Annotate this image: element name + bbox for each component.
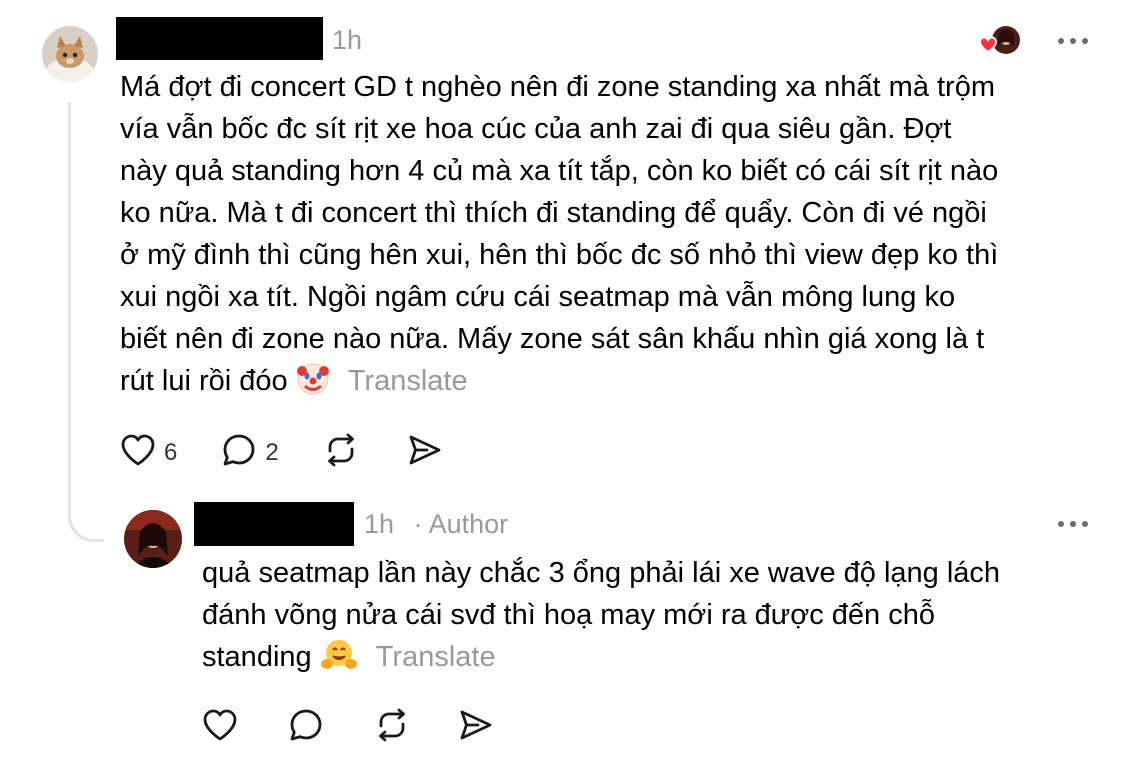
share-button[interactable] bbox=[407, 433, 443, 472]
dot-icon bbox=[1058, 38, 1064, 44]
reply-actions bbox=[202, 708, 494, 747]
heart-icon bbox=[202, 708, 238, 747]
send-icon bbox=[407, 433, 443, 472]
author-tag: · Author bbox=[413, 509, 509, 539]
commenter-avatar[interactable] bbox=[42, 26, 98, 82]
dot-icon bbox=[1082, 521, 1088, 527]
like-button[interactable]: 6 bbox=[120, 433, 177, 472]
reply-button[interactable]: 2 bbox=[221, 433, 279, 472]
reply-share-button[interactable] bbox=[458, 708, 494, 747]
reply-body: quả seatmap lần này chắc 3 ổng phải lái … bbox=[202, 552, 1002, 684]
reply-meta: 1h · Author bbox=[364, 509, 508, 540]
comment-actions: 6 2 bbox=[120, 433, 443, 472]
reply-reply-button[interactable] bbox=[288, 708, 324, 747]
speech-bubble-icon bbox=[288, 708, 324, 747]
thread-connector-line bbox=[68, 102, 104, 542]
send-icon bbox=[458, 708, 494, 747]
heart-icon bbox=[120, 433, 156, 472]
clown-face-emoji-icon bbox=[296, 362, 330, 408]
hugging-face-emoji-icon bbox=[320, 638, 358, 684]
comment-timestamp: 1h bbox=[332, 25, 363, 55]
like-count: 6 bbox=[164, 438, 178, 466]
dot-icon bbox=[1070, 521, 1076, 527]
repost-button[interactable] bbox=[323, 433, 359, 472]
dot-icon bbox=[1070, 38, 1076, 44]
repost-icon bbox=[374, 708, 410, 747]
reply-repost-button[interactable] bbox=[374, 708, 410, 747]
reply-count: 2 bbox=[265, 438, 279, 466]
reply-translate-link[interactable]: Translate bbox=[376, 641, 496, 673]
comment-more-options-button[interactable] bbox=[1058, 38, 1088, 44]
commenter-username-redacted[interactable] bbox=[116, 17, 323, 60]
comment-text: Má đợt đi concert GD t nghèo nên đi zone… bbox=[120, 71, 999, 397]
reply-like-button[interactable] bbox=[202, 708, 238, 747]
dot-icon bbox=[1082, 38, 1088, 44]
speech-bubble-icon bbox=[221, 433, 257, 472]
thread-view: 1h Má đợt đi concert GD t nghèo nên đi z… bbox=[0, 0, 1132, 762]
repost-icon bbox=[323, 433, 359, 472]
reply-more-options-button[interactable] bbox=[1058, 521, 1088, 527]
reply-timestamp: 1h bbox=[364, 509, 395, 539]
liked-by-author-indicator[interactable] bbox=[978, 24, 1024, 58]
author-avatar[interactable] bbox=[124, 510, 182, 568]
dot-icon bbox=[1058, 521, 1064, 527]
comment-translate-link[interactable]: Translate bbox=[348, 365, 468, 397]
comment-body: Má đợt đi concert GD t nghèo nên đi zone… bbox=[120, 66, 1000, 408]
author-username-redacted[interactable] bbox=[194, 502, 354, 546]
